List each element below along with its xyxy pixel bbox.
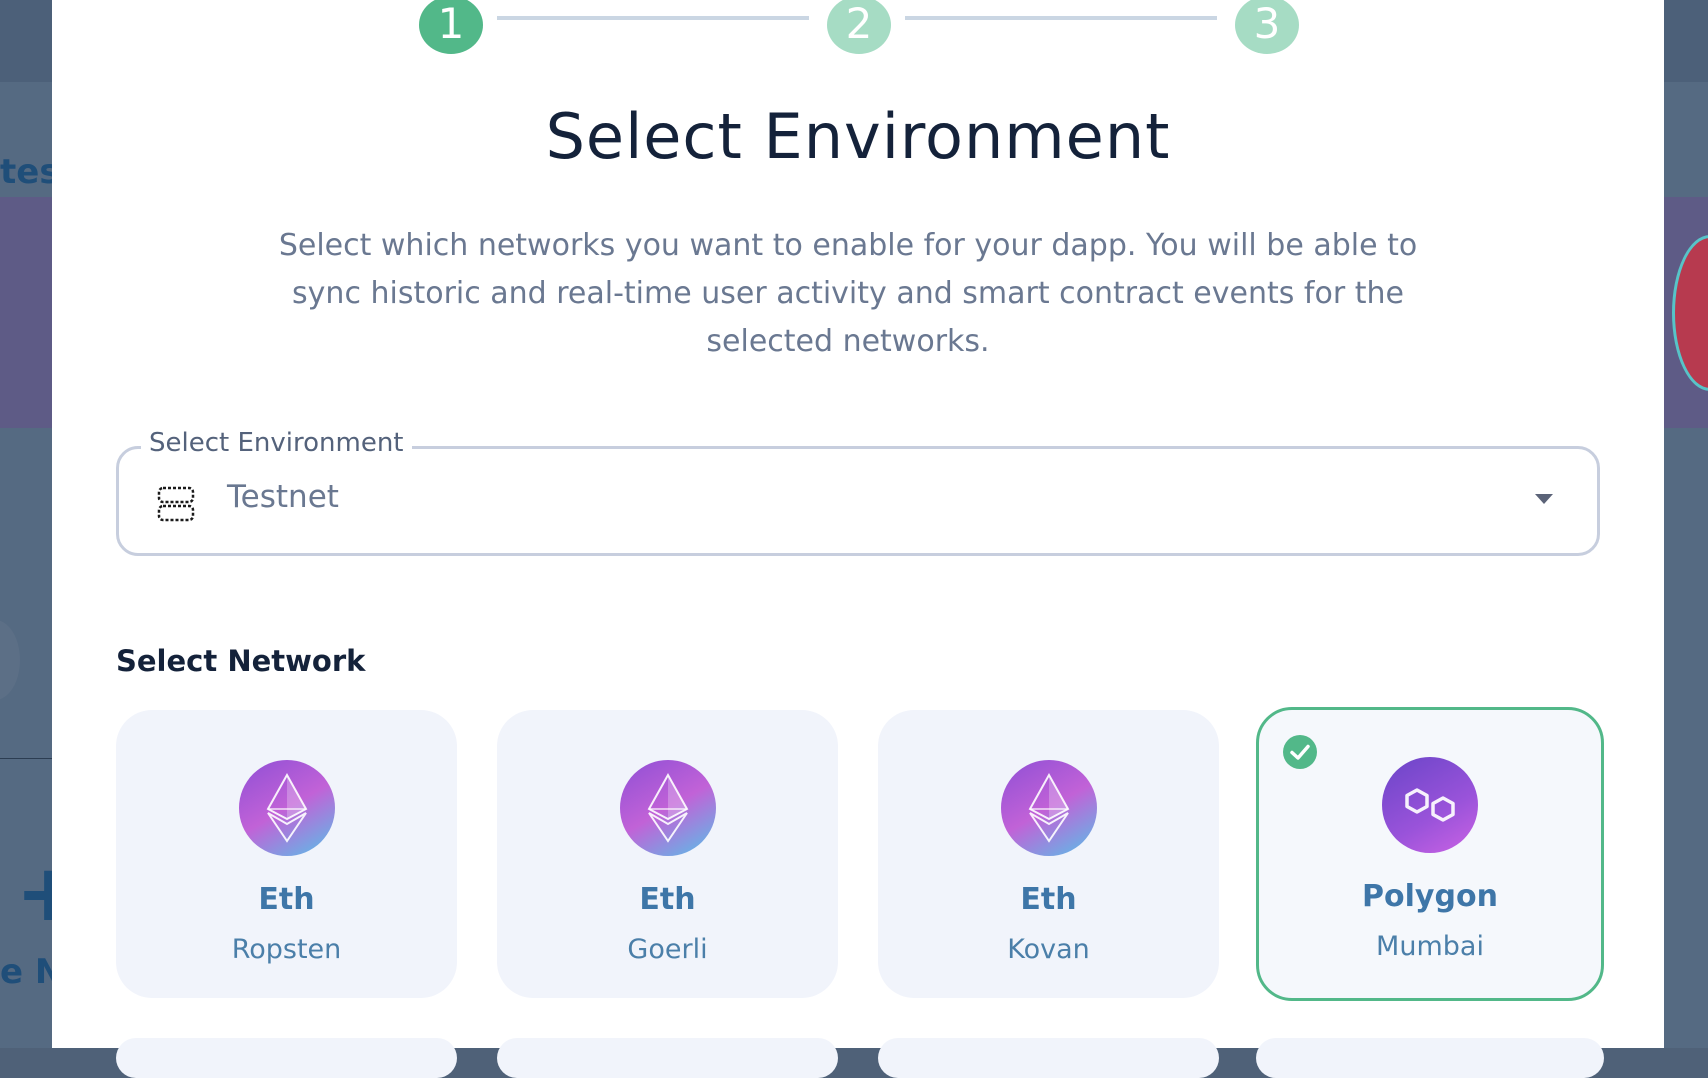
environment-select-value: Testnet bbox=[227, 479, 339, 515]
environment-select[interactable]: Select Environment Testnet bbox=[116, 428, 1600, 556]
ethereum-icon bbox=[619, 760, 716, 856]
network-subtitle: Ropsten bbox=[231, 934, 342, 965]
environment-select-label: Select Environment bbox=[141, 428, 412, 458]
network-card-next-row[interactable] bbox=[497, 1038, 838, 1078]
select-environment-modal: 1 2 3 Select Environment Select which ne… bbox=[52, 0, 1664, 1078]
server-icon bbox=[157, 485, 195, 523]
network-card-next-row[interactable] bbox=[116, 1038, 457, 1078]
background-circle bbox=[0, 620, 20, 700]
network-card-polygon-mumbai[interactable]: Polygon Mumbai bbox=[1256, 707, 1604, 1001]
background-banner-left bbox=[0, 197, 60, 428]
step-1[interactable]: 1 bbox=[419, 0, 483, 54]
background-divider bbox=[0, 758, 60, 759]
network-subtitle: Goerli bbox=[627, 934, 708, 965]
network-name: Eth bbox=[1020, 882, 1077, 917]
network-name: Eth bbox=[258, 882, 315, 917]
network-name: Polygon bbox=[1362, 879, 1498, 914]
select-network-label: Select Network bbox=[116, 644, 366, 678]
check-circle-icon bbox=[1283, 735, 1317, 769]
network-card-eth-goerli[interactable]: Eth Goerli bbox=[497, 710, 838, 998]
ethereum-icon bbox=[1000, 760, 1097, 856]
modal-description: Select which networks you want to enable… bbox=[278, 228, 1418, 359]
network-subtitle: Kovan bbox=[1007, 934, 1090, 965]
stepper: 1 2 3 bbox=[419, 0, 1299, 56]
network-subtitle: Mumbai bbox=[1376, 931, 1484, 962]
ethereum-icon bbox=[238, 760, 335, 856]
background-text-fragment: tes bbox=[0, 152, 60, 192]
polygon-icon bbox=[1382, 757, 1478, 853]
step-3[interactable]: 3 bbox=[1235, 0, 1299, 54]
network-card-eth-ropsten[interactable]: Eth Ropsten bbox=[116, 710, 457, 998]
network-card-eth-kovan[interactable]: Eth Kovan bbox=[878, 710, 1219, 998]
network-card-next-row[interactable] bbox=[878, 1038, 1219, 1078]
step-2[interactable]: 2 bbox=[827, 0, 891, 54]
step-connector bbox=[497, 16, 809, 20]
network-name: Eth bbox=[639, 882, 696, 917]
chevron-down-icon[interactable] bbox=[1535, 494, 1553, 504]
network-card-next-row[interactable] bbox=[1256, 1038, 1604, 1078]
step-connector bbox=[905, 16, 1217, 20]
modal-title: Select Environment bbox=[545, 100, 1171, 173]
